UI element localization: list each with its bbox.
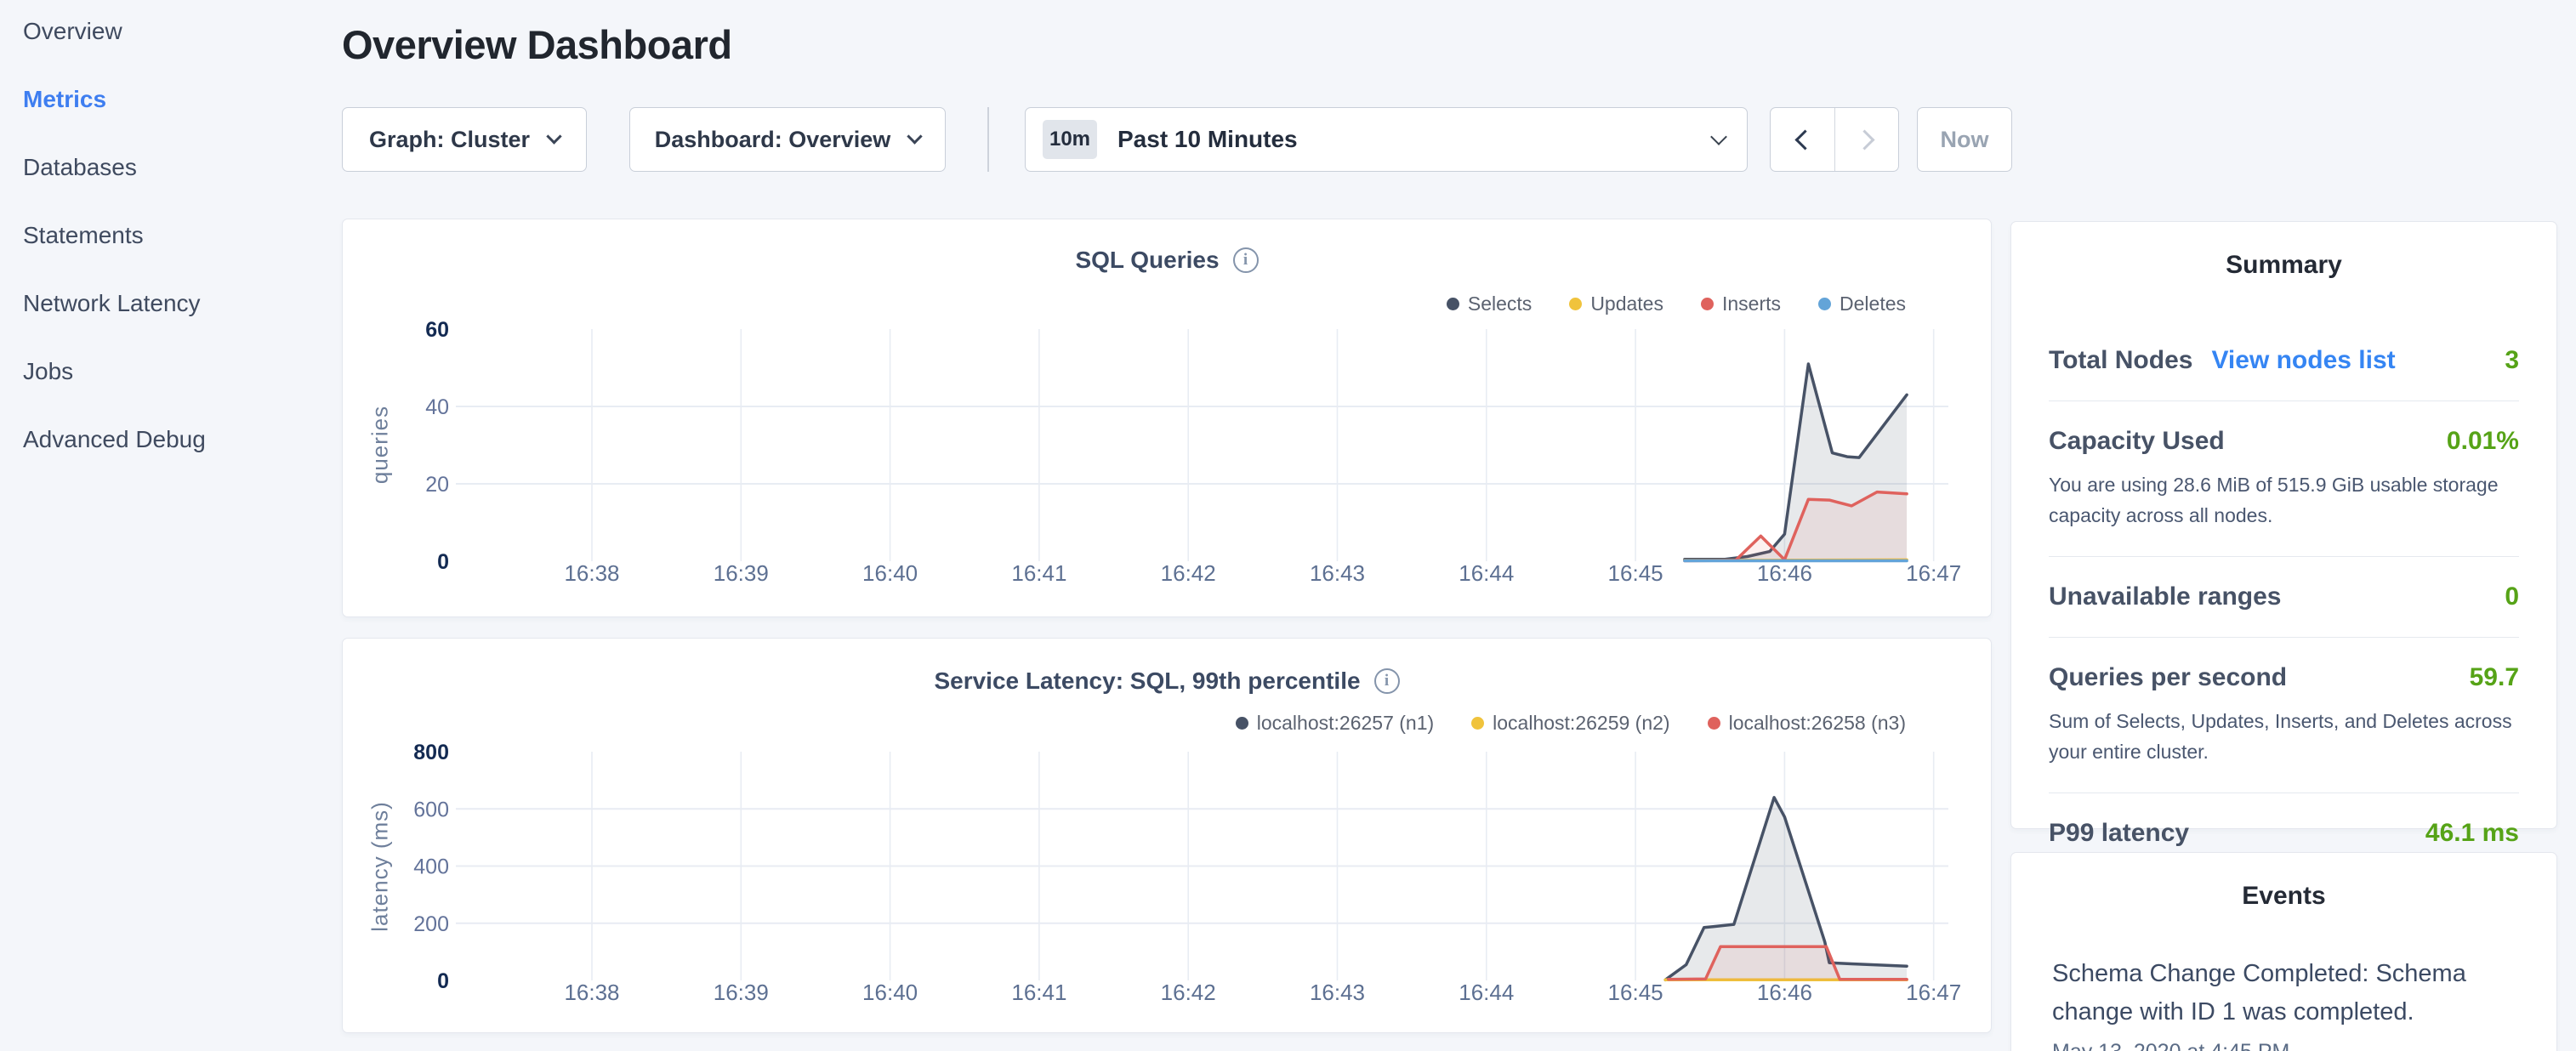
events-title: Events [2052, 853, 2516, 911]
svg-text:16:40: 16:40 [862, 560, 918, 586]
dashboard-dropdown[interactable]: Dashboard: Overview [629, 107, 946, 172]
capacity-used-label: Capacity Used [2049, 427, 2225, 456]
svg-text:20: 20 [425, 473, 449, 497]
sidebar-item-metrics[interactable]: Metrics [23, 82, 329, 116]
capacity-used-description: You are using 28.6 MiB of 515.9 GiB usab… [2049, 469, 2521, 531]
svg-text:16:41: 16:41 [1011, 560, 1066, 586]
chevron-down-icon [1710, 128, 1727, 145]
svg-text:0: 0 [437, 550, 449, 574]
svg-text:16:46: 16:46 [1757, 980, 1812, 1005]
svg-text:16:43: 16:43 [1310, 560, 1365, 586]
time-window-badge: 10m [1043, 120, 1097, 159]
sidebar-item-jobs[interactable]: Jobs [23, 355, 329, 389]
sidebar-item-statements[interactable]: Statements [23, 219, 329, 253]
sidebar-item-network-latency[interactable]: Network Latency [23, 287, 329, 321]
sidebar-item-overview[interactable]: Overview [23, 14, 329, 48]
svg-text:16:44: 16:44 [1459, 560, 1514, 586]
svg-text:16:42: 16:42 [1161, 980, 1216, 1005]
svg-text:600: 600 [413, 798, 449, 821]
view-nodes-list-link[interactable]: View nodes list [2211, 346, 2395, 375]
graph-dropdown[interactable]: Graph: Cluster [342, 107, 587, 172]
unavailable-ranges-value: 0 [2505, 582, 2519, 611]
p99-latency-value: 46.1 ms [2425, 819, 2519, 848]
svg-text:0: 0 [437, 969, 449, 993]
svg-text:60: 60 [425, 318, 449, 342]
now-button[interactable]: Now [1917, 107, 2012, 172]
summary-row-total-nodes: Total Nodes View nodes list 3 [2049, 321, 2519, 401]
summary-panel: Summary Total Nodes View nodes list 3 Ca… [2010, 221, 2557, 829]
chevron-right-icon [1854, 129, 1874, 150]
prev-time-button[interactable] [1771, 108, 1834, 171]
total-nodes-value: 3 [2505, 346, 2519, 375]
sql-queries-panel: SQL Queries i SelectsUpdatesInsertsDelet… [342, 219, 1992, 617]
service-latency-panel: Service Latency: SQL, 99th percentile i … [342, 638, 1992, 1033]
summary-title: Summary [2049, 222, 2519, 280]
svg-text:16:39: 16:39 [714, 560, 769, 586]
event-message[interactable]: Schema Change Completed: Schema change w… [2052, 955, 2486, 1031]
summary-row-qps: Queries per second 59.7 Sum of Selects, … [2049, 638, 2519, 793]
metrics-page: Overview Metrics Databases Statements Ne… [0, 0, 2576, 1051]
svg-text:16:43: 16:43 [1310, 980, 1365, 1005]
svg-text:800: 800 [413, 741, 449, 764]
graph-dropdown-label: Graph: Cluster [369, 127, 530, 153]
queries-per-second-value: 59.7 [2470, 663, 2519, 692]
chevron-down-icon [546, 128, 561, 144]
svg-text:16:46: 16:46 [1757, 560, 1812, 586]
svg-text:400: 400 [413, 855, 449, 879]
svg-text:16:47: 16:47 [1906, 560, 1961, 586]
event-timestamp: May 13, 2020 at 4:45 PM [2052, 1040, 2516, 1051]
svg-text:16:38: 16:38 [564, 980, 619, 1005]
svg-text:16:42: 16:42 [1161, 560, 1216, 586]
time-window-dropdown[interactable]: 10m Past 10 Minutes [1025, 107, 1748, 172]
time-window-label: Past 10 Minutes [1117, 126, 1298, 153]
total-nodes-label: Total Nodes [2049, 346, 2192, 375]
svg-text:40: 40 [425, 395, 449, 419]
time-pager [1770, 107, 1899, 172]
unavailable-ranges-label: Unavailable ranges [2049, 582, 2281, 611]
svg-text:16:38: 16:38 [564, 560, 619, 586]
next-time-button[interactable] [1834, 108, 1898, 171]
page-title: Overview Dashboard [342, 21, 732, 68]
queries-per-second-label: Queries per second [2049, 663, 2287, 692]
dashboard-dropdown-label: Dashboard: Overview [655, 127, 891, 153]
svg-text:16:44: 16:44 [1459, 980, 1514, 1005]
svg-text:16:45: 16:45 [1608, 560, 1663, 586]
capacity-used-value: 0.01% [2447, 427, 2519, 456]
toolbar-divider [987, 107, 989, 172]
svg-text:16:47: 16:47 [1906, 980, 1961, 1005]
sidebar: Overview Metrics Databases Statements Ne… [23, 14, 329, 491]
svg-text:16:45: 16:45 [1608, 980, 1663, 1005]
chevron-left-icon [1794, 129, 1815, 150]
sidebar-item-databases[interactable]: Databases [23, 151, 329, 185]
events-panel: Events Schema Change Completed: Schema c… [2010, 852, 2557, 1051]
sidebar-item-advanced-debug[interactable]: Advanced Debug [23, 423, 329, 457]
svg-text:200: 200 [413, 912, 449, 936]
service-latency-chart: 16:38 16:39 16:40 16:41 16:42 16:43 16:44 16:45… [343, 639, 1993, 1034]
summary-row-unavailable-ranges: Unavailable ranges 0 [2049, 557, 2519, 638]
chevron-down-icon [907, 128, 923, 144]
queries-per-second-description: Sum of Selects, Updates, Inserts, and De… [2049, 706, 2521, 767]
svg-text:16:41: 16:41 [1011, 980, 1066, 1005]
svg-text:16:40: 16:40 [862, 980, 918, 1005]
summary-row-capacity: Capacity Used 0.01% You are using 28.6 M… [2049, 401, 2519, 557]
p99-latency-label: P99 latency [2049, 819, 2189, 848]
sql-queries-chart: 16:38 16:39 16:40 16:41 16:42 16:43 16:44 16:45… [343, 219, 1993, 618]
svg-text:16:39: 16:39 [714, 980, 769, 1005]
